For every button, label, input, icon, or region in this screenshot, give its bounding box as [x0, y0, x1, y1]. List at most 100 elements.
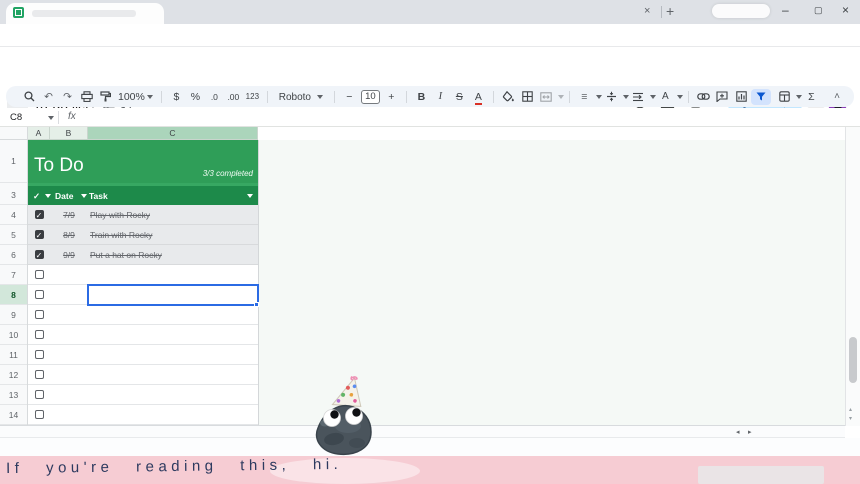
task-cell[interactable]: Play with Rocky [88, 210, 258, 220]
fill-color-icon[interactable] [499, 91, 518, 103]
task-row[interactable]: ✓9/9Put a hat on Rocky [28, 245, 258, 265]
fill-handle[interactable] [254, 302, 259, 307]
row-header-6[interactable]: 6 [0, 245, 27, 265]
checkbox-cell[interactable] [28, 310, 50, 319]
checkbox-cell[interactable] [28, 370, 50, 379]
decrease-font-size-button[interactable]: − [340, 91, 359, 103]
name-box-caret-icon[interactable] [48, 116, 54, 120]
insert-chart-icon[interactable] [732, 91, 751, 103]
column-header-a[interactable]: A [28, 127, 50, 140]
select-all-corner[interactable] [0, 127, 28, 140]
row-header-9[interactable]: 9 [0, 305, 27, 325]
checkbox-unchecked[interactable] [35, 350, 44, 359]
insert-comment-icon[interactable] [713, 91, 732, 103]
scroll-left-icon[interactable]: ◂ [736, 428, 740, 436]
text-wrap-icon[interactable] [629, 91, 648, 103]
row-header-13[interactable]: 13 [0, 385, 27, 405]
task-cell[interactable]: Train with Rocky [88, 230, 258, 240]
borders-icon[interactable] [518, 91, 537, 103]
row-header-8[interactable]: 8 [0, 285, 27, 305]
table-header-row[interactable]: ✓ Date Task [28, 186, 258, 205]
checkbox-cell[interactable] [28, 270, 50, 279]
row-header-11[interactable]: 11 [0, 345, 27, 365]
checkbox-unchecked[interactable] [35, 390, 44, 399]
vertical-align-icon[interactable] [602, 91, 621, 103]
font-select[interactable]: Roboto [273, 91, 329, 103]
checkbox-cell[interactable]: ✓ [28, 210, 50, 219]
task-row[interactable] [28, 365, 258, 385]
create-filter-button-active[interactable] [751, 89, 771, 105]
task-row[interactable] [28, 385, 258, 405]
horizontal-align-icon[interactable]: ≡ [575, 91, 594, 103]
task-row[interactable]: ✓ 8/9Train with Rocky [28, 225, 258, 245]
column-header-c[interactable]: C [88, 127, 258, 140]
search-menus-icon[interactable] [20, 91, 39, 103]
strikethrough-button[interactable]: S [450, 91, 469, 103]
format-percent-button[interactable]: % [186, 91, 205, 103]
scroll-right-icon[interactable]: ▸ [748, 428, 752, 436]
date-cell[interactable]: 8/9 [50, 230, 88, 240]
browser-tab[interactable] [6, 3, 164, 24]
row-header-10[interactable]: 10 [0, 325, 27, 345]
increase-font-size-button[interactable]: + [382, 91, 401, 103]
row-header-1[interactable]: 1 [0, 140, 27, 183]
checkbox-unchecked[interactable] [35, 410, 44, 419]
checkbox-checked[interactable]: ✓ [35, 250, 44, 259]
row-header-3[interactable]: 3 [0, 186, 27, 205]
row-header-4[interactable]: 4 [0, 205, 27, 225]
vertical-scrollbar-thumb[interactable] [849, 337, 857, 383]
table-views-icon[interactable] [775, 91, 794, 103]
collapse-toolbar-icon[interactable]: ˄ [834, 91, 840, 102]
task-row[interactable] [28, 325, 258, 345]
bold-button[interactable]: B [412, 91, 431, 103]
checkbox-cell[interactable] [28, 290, 50, 299]
functions-icon[interactable]: Σ [802, 91, 821, 103]
print-icon[interactable] [77, 91, 96, 103]
name-box[interactable]: C8 [10, 112, 22, 123]
checkbox-unchecked[interactable] [35, 290, 44, 299]
text-rotation-caret-icon[interactable] [677, 95, 683, 99]
window-maximize-button[interactable]: ▢ [814, 5, 823, 16]
window-minimize-button[interactable]: – [782, 3, 789, 17]
row-header-14[interactable]: 14 [0, 405, 27, 425]
checkbox-unchecked[interactable] [35, 270, 44, 279]
checkbox-checked[interactable]: ✓ [35, 230, 44, 239]
window-close-button[interactable]: × [842, 3, 849, 17]
formula-input[interactable] [90, 111, 830, 124]
row-header-12[interactable]: 12 [0, 365, 27, 385]
checkbox-cell[interactable]: ✓ [28, 250, 50, 259]
scroll-up-icon[interactable]: ▴ [849, 406, 852, 413]
task-cell[interactable]: Put a hat on Rocky [88, 250, 258, 260]
check-filter-caret-icon[interactable] [45, 194, 51, 198]
redo-icon[interactable]: ↷ [58, 91, 77, 103]
checkbox-unchecked[interactable] [35, 310, 44, 319]
task-filter-caret-icon[interactable] [247, 194, 253, 198]
format-currency-button[interactable]: $ [167, 91, 186, 103]
checkbox-unchecked[interactable] [35, 330, 44, 339]
number-format-button[interactable]: 123 [243, 92, 262, 101]
paint-format-icon[interactable] [96, 91, 115, 103]
checkbox-cell[interactable] [28, 330, 50, 339]
checkbox-checked[interactable]: ✓ [35, 210, 44, 219]
date-filter-caret-icon[interactable] [81, 194, 87, 198]
vertical-scrollbar[interactable]: ▴ ▾ [845, 127, 860, 426]
column-header-b[interactable]: B [50, 127, 88, 140]
row-header-7[interactable]: 7 [0, 265, 27, 285]
text-color-button[interactable]: A [469, 91, 488, 103]
text-rotation-icon[interactable]: A [656, 91, 675, 102]
selected-cell-c8[interactable] [87, 284, 259, 306]
task-row[interactable] [28, 265, 258, 285]
tab-close-icon[interactable]: × [644, 5, 650, 17]
checkbox-cell[interactable] [28, 410, 50, 419]
task-row[interactable] [28, 405, 258, 425]
horizontal-scrollbar[interactable]: ◂ ▸ [0, 426, 845, 438]
checkbox-unchecked[interactable] [35, 370, 44, 379]
row-header-5[interactable]: 5 [0, 225, 27, 245]
scroll-down-icon[interactable]: ▾ [849, 415, 852, 422]
todo-title-banner[interactable]: To Do 3/3 completed [28, 140, 258, 183]
checkbox-cell[interactable] [28, 350, 50, 359]
task-row[interactable]: ✓ 7/9Play with Rocky [28, 205, 258, 225]
date-cell[interactable]: 7/9 [50, 210, 88, 220]
checkbox-cell[interactable] [28, 390, 50, 399]
zoom-select[interactable]: 100% [115, 91, 156, 103]
